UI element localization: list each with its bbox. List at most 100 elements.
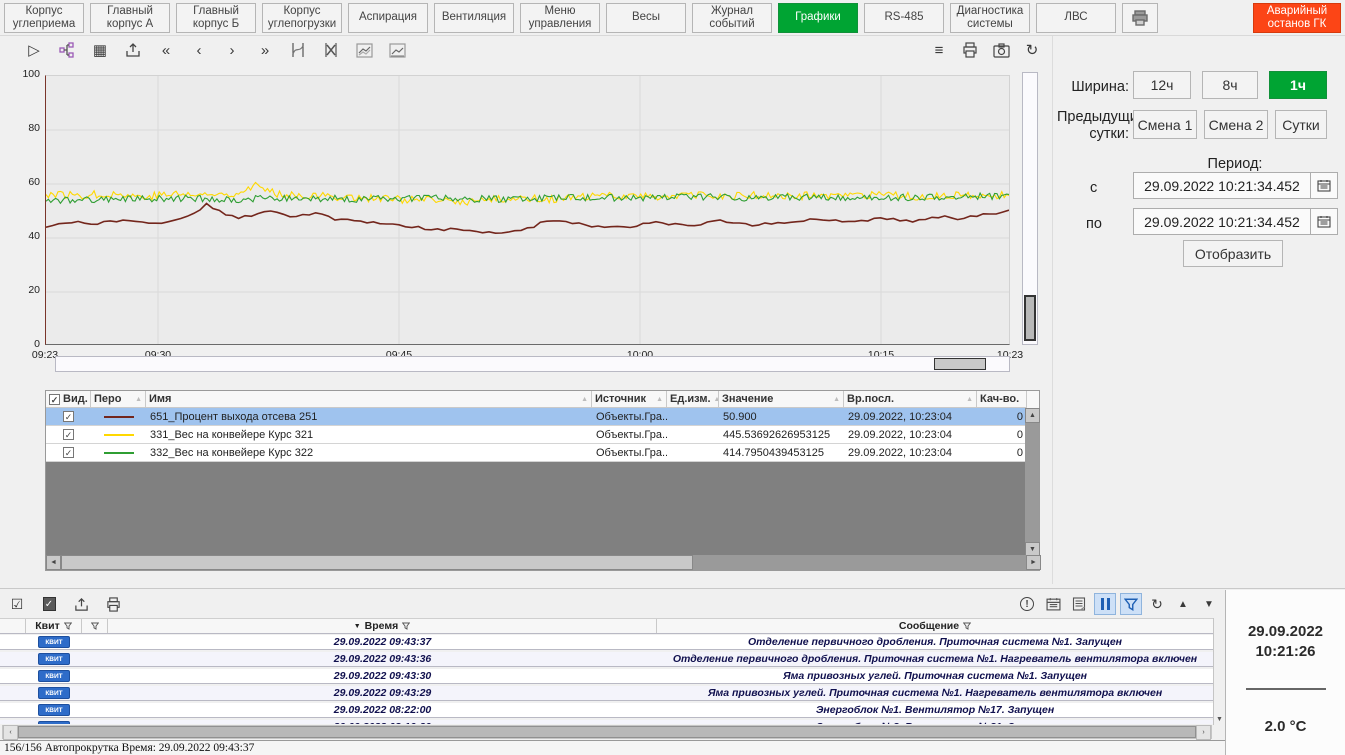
filter-icon[interactable] xyxy=(64,622,72,630)
emergency-stop-button[interactable]: Аварийный останов ГК xyxy=(1253,3,1341,33)
alarm-warning-icon[interactable]: ! xyxy=(1016,593,1038,615)
log-vertical-scrollbar[interactable]: ▼ xyxy=(1213,618,1225,725)
display-button[interactable]: Отобразить xyxy=(1183,240,1283,267)
chart-vertical-scrollbar[interactable] xyxy=(1022,72,1038,345)
nav-button-ventilyatsiya[interactable]: Вентиляция xyxy=(434,3,514,33)
series-table-vertical-scrollbar[interactable]: ▲ ▼ xyxy=(1025,408,1039,557)
fast-forward-icon[interactable]: » xyxy=(256,41,274,59)
scroll-left-arrow[interactable]: ‹ xyxy=(3,725,18,740)
refresh-icon[interactable]: ↻ xyxy=(1023,41,1041,59)
nav-button-aspiratsiya[interactable]: Аспирация xyxy=(348,3,428,33)
nav-button-rs485[interactable]: RS-485 xyxy=(864,3,944,33)
forward-icon[interactable]: › xyxy=(223,41,241,59)
row-checkbox[interactable]: ✓ xyxy=(63,429,74,440)
snapshot-camera-icon[interactable] xyxy=(992,41,1010,59)
nav-button-glavny-korpus-b[interactable]: Главный корпус Б xyxy=(176,3,256,33)
ack-button[interactable]: КВИТ xyxy=(38,687,70,699)
scroll-right-arrow[interactable]: › xyxy=(1196,725,1211,740)
chart-hscroll-thumb[interactable] xyxy=(934,358,986,370)
width-8h-button[interactable]: 8ч xyxy=(1202,71,1258,99)
zoom-cancel-icon[interactable] xyxy=(322,41,340,59)
log-calendar-icon[interactable] xyxy=(1042,593,1064,615)
log-export-icon[interactable] xyxy=(70,593,92,615)
zoom-time-axis-icon[interactable] xyxy=(289,41,307,59)
ack-selected-icon[interactable]: ☑ xyxy=(6,593,28,615)
list-item[interactable]: КВИТ 29.09.2022 08:19:39 Энергоблок №2. … xyxy=(0,720,1213,724)
log-header-ack[interactable]: Квит xyxy=(26,619,82,633)
log-print-icon[interactable] xyxy=(102,593,124,615)
header-checkbox[interactable]: ✓ xyxy=(49,394,60,405)
nav-button-vesy[interactable]: Весы xyxy=(606,3,686,33)
ack-button[interactable]: КВИТ xyxy=(38,636,70,648)
play-icon[interactable]: ▷ xyxy=(25,41,43,59)
tree-icon[interactable] xyxy=(58,41,76,59)
log-header-message[interactable]: Сообщение xyxy=(657,619,1213,633)
list-item[interactable]: КВИТ 29.09.2022 08:22:00 Энергоблок №1. … xyxy=(0,703,1213,718)
ack-button[interactable]: КВИТ xyxy=(38,653,70,665)
series-table-horizontal-scrollbar[interactable]: ◄ ► xyxy=(46,555,1041,570)
shift2-button[interactable]: Смена 2 xyxy=(1204,110,1268,139)
filter-icon[interactable] xyxy=(963,622,971,630)
row-checkbox[interactable]: ✓ xyxy=(63,447,74,458)
fast-backward-icon[interactable]: « xyxy=(157,41,175,59)
nav-button-lvs[interactable]: ЛВС xyxy=(1036,3,1116,33)
shift1-button[interactable]: Смена 1 xyxy=(1133,110,1197,139)
width-12h-button[interactable]: 12ч xyxy=(1133,71,1191,99)
header-pen[interactable]: Перо▲ xyxy=(91,391,146,408)
chart-areas-icon[interactable] xyxy=(388,41,406,59)
scroll-right-arrow[interactable]: ► xyxy=(1026,555,1041,570)
nav-button-glavny-korpus-a[interactable]: Главный корпус А xyxy=(90,3,170,33)
header-visible[interactable]: ✓ Вид. ▲ xyxy=(46,391,91,408)
chart-compare-icon[interactable] xyxy=(355,41,373,59)
ack-all-icon[interactable]: ✓ xyxy=(38,593,60,615)
nav-button-zhurnal-sobyty[interactable]: Журнал событий xyxy=(692,3,772,33)
series-table-hscroll-thumb[interactable] xyxy=(61,555,693,570)
table-row[interactable]: ✓ 332_Вес на конвейере Курс 322 Объекты.… xyxy=(46,444,1039,462)
header-unit[interactable]: Ед.изм.▲ xyxy=(667,391,719,408)
header-value[interactable]: Значение▲ xyxy=(719,391,844,408)
log-header-flag[interactable] xyxy=(82,619,108,633)
filter-icon[interactable] xyxy=(1120,593,1142,615)
journal-document-icon[interactable] xyxy=(1068,593,1090,615)
list-item[interactable]: КВИТ 29.09.2022 09:43:30 Яма привозных у… xyxy=(0,669,1213,684)
backward-icon[interactable]: ‹ xyxy=(190,41,208,59)
nav-button-menu-upravleniya[interactable]: Меню управления xyxy=(520,3,600,33)
pause-autoscroll-icon[interactable] xyxy=(1094,593,1116,615)
nav-button-grafiki-active[interactable]: Графики xyxy=(778,3,858,33)
scroll-down-arrow[interactable]: ▼ xyxy=(1216,716,1223,723)
ack-button[interactable]: КВИТ xyxy=(38,721,70,724)
table-row[interactable]: ✓ 651_Процент выхода отсева 251 Объекты.… xyxy=(46,408,1039,426)
log-scroll-top-icon[interactable]: ▲ xyxy=(1172,593,1194,615)
scroll-up-arrow[interactable]: ▲ xyxy=(1025,408,1040,423)
log-scroll-bottom-icon[interactable]: ▼ xyxy=(1198,593,1220,615)
ack-button[interactable]: КВИТ xyxy=(38,670,70,682)
width-1h-button-active[interactable]: 1ч xyxy=(1269,71,1327,99)
log-hscroll-thumb[interactable] xyxy=(18,726,1196,738)
period-to-calendar-button[interactable] xyxy=(1310,209,1337,234)
list-item[interactable]: КВИТ 29.09.2022 09:43:37 Отделение перви… xyxy=(0,635,1213,650)
header-quality[interactable]: Кач-во. xyxy=(977,391,1027,408)
period-from-calendar-button[interactable] xyxy=(1310,173,1337,198)
log-horizontal-scrollbar[interactable]: ‹ › xyxy=(2,725,1212,739)
scroll-left-arrow[interactable]: ◄ xyxy=(46,555,61,570)
row-checkbox[interactable]: ✓ xyxy=(63,411,74,422)
ack-button[interactable]: КВИТ xyxy=(38,704,70,716)
nav-button-korpus-uglepogruzki[interactable]: Корпус углепогрузки xyxy=(262,3,342,33)
list-item[interactable]: КВИТ 29.09.2022 09:43:29 Яма привозных у… xyxy=(0,686,1213,701)
table-row[interactable]: ✓ 331_Вес на конвейере Курс 321 Объекты.… xyxy=(46,426,1039,444)
export-icon[interactable] xyxy=(124,41,142,59)
filter-icon[interactable] xyxy=(91,622,99,630)
period-from-field[interactable]: 29.09.2022 10:21:34.452 xyxy=(1133,172,1338,199)
period-to-field[interactable]: 29.09.2022 10:21:34.452 xyxy=(1133,208,1338,235)
nav-button-korpus-uglepriema[interactable]: Корпус углеприема xyxy=(4,3,84,33)
list-item[interactable]: КВИТ 29.09.2022 09:43:36 Отделение перви… xyxy=(0,652,1213,667)
header-last-time[interactable]: Вр.посл.▲ xyxy=(844,391,977,408)
log-header-time[interactable]: ▼ Время xyxy=(108,619,657,633)
legend-list-icon[interactable]: ≡ xyxy=(930,41,948,59)
print-chart-icon[interactable] xyxy=(961,41,979,59)
header-source[interactable]: Источник▲ xyxy=(592,391,667,408)
chart-vscroll-thumb[interactable] xyxy=(1024,295,1036,341)
chart-plot[interactable] xyxy=(45,75,1010,345)
chart-horizontal-scrollbar[interactable] xyxy=(55,356,1010,372)
filter-icon[interactable] xyxy=(402,622,410,630)
